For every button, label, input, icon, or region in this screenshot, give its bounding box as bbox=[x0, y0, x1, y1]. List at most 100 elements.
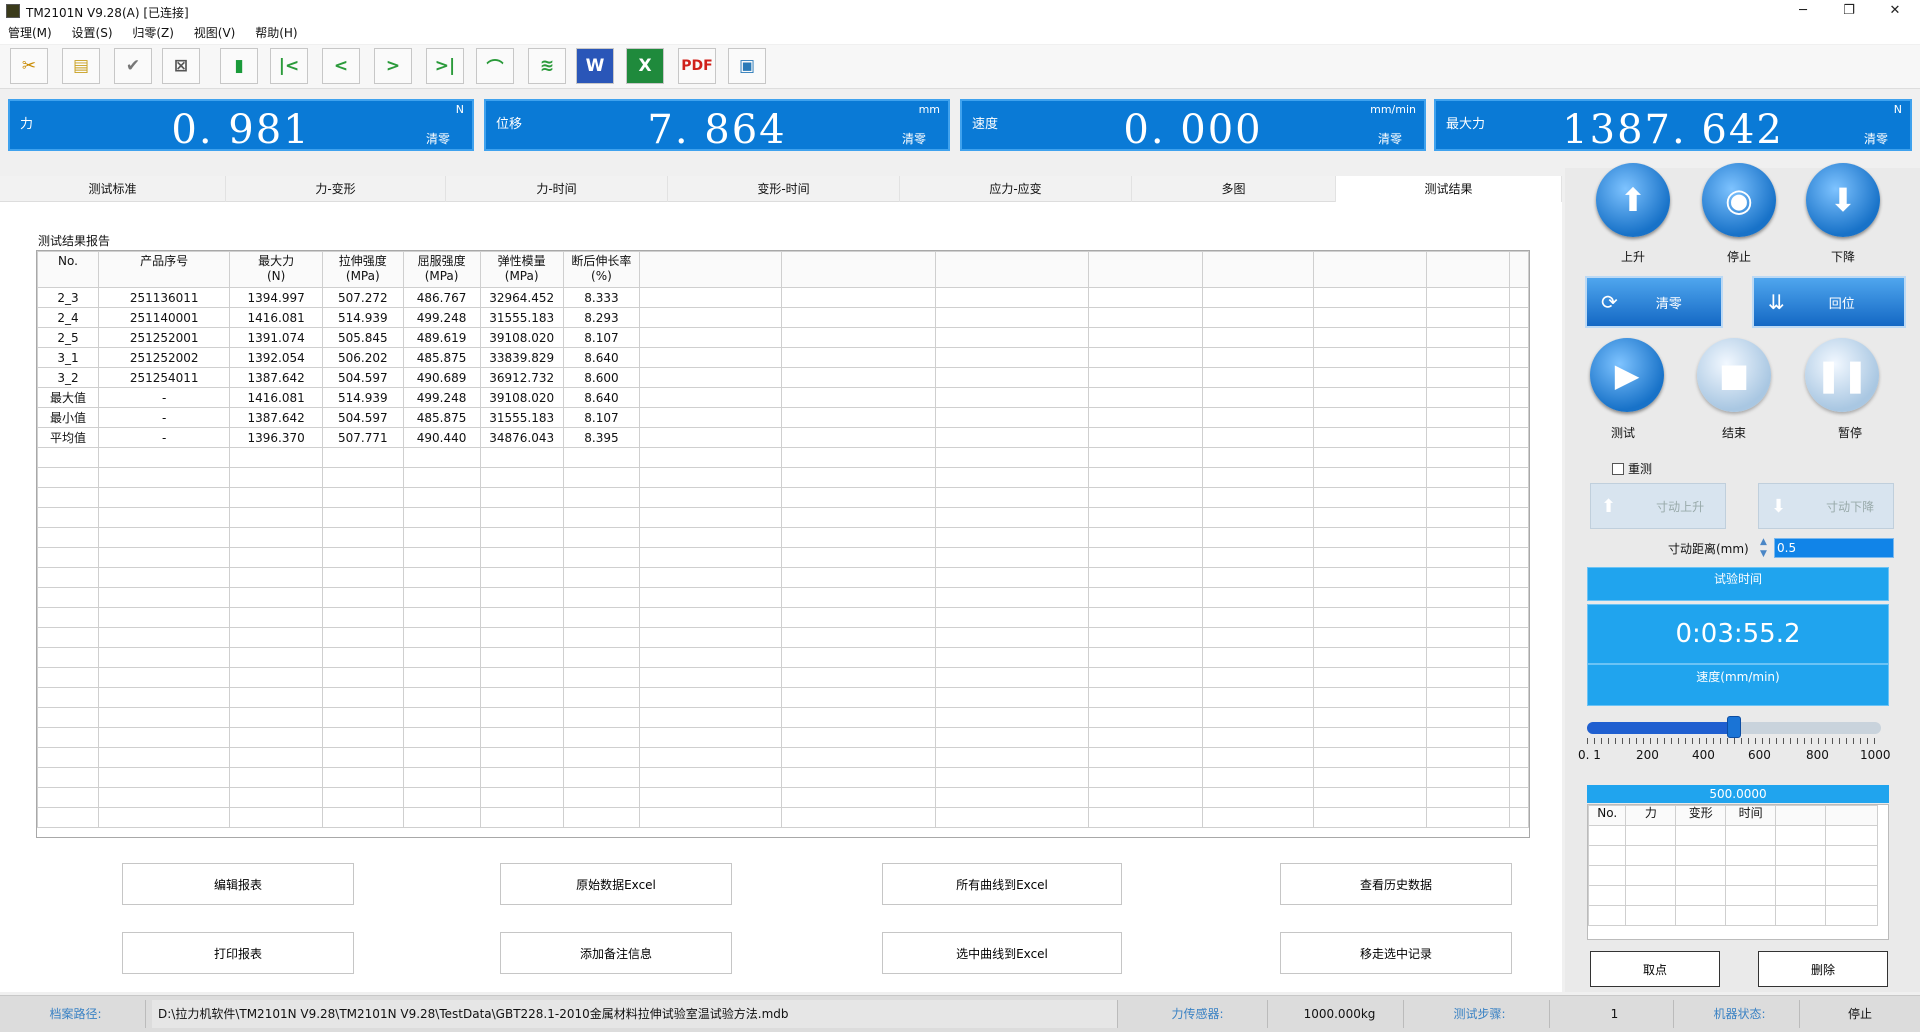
spinner-icon[interactable]: ▲ ▼ bbox=[1760, 536, 1772, 560]
table-cell bbox=[37, 667, 99, 688]
jog-distance-input[interactable] bbox=[1774, 538, 1894, 558]
zero-reset-button[interactable]: ⟳ 清零 bbox=[1585, 276, 1723, 328]
table-row[interactable]: 3_2 251254011 1387.642 504.597 490.689 36912.… bbox=[37, 367, 1529, 388]
raw-data-excel-button[interactable]: 原始数据Excel bbox=[500, 863, 732, 905]
up-arrow-icon[interactable]: ⬆ bbox=[1596, 163, 1670, 237]
table-row[interactable] bbox=[37, 787, 1529, 808]
add-note-button[interactable]: 添加备注信息 bbox=[500, 932, 732, 974]
minimize-button[interactable]: ─ bbox=[1780, 0, 1826, 24]
remove-selected-button[interactable]: 移走选中记录 bbox=[1280, 932, 1512, 974]
table-row[interactable] bbox=[37, 687, 1529, 708]
table-row[interactable]: 平均值 -1396.370 507.771 490.440 34876.043 8.395 bbox=[37, 427, 1529, 448]
table-row[interactable] bbox=[37, 667, 1529, 688]
curve-icon[interactable]: ⌒ bbox=[476, 48, 514, 84]
table-row[interactable] bbox=[37, 807, 1529, 828]
menu-zero[interactable]: 归零(Z) bbox=[124, 24, 182, 42]
tab-multi-chart[interactable]: 多图 bbox=[1132, 176, 1336, 202]
zero-button[interactable]: 清零 bbox=[1378, 130, 1402, 147]
points-table[interactable]: No. 力 变形 时间 bbox=[1587, 804, 1889, 940]
speed-slider[interactable] bbox=[1587, 716, 1881, 744]
jog-up-button[interactable]: ⬆ 寸动上升 bbox=[1590, 483, 1726, 529]
home-button[interactable]: ⇊ 回位 bbox=[1752, 276, 1906, 328]
delete-icon[interactable]: ▮ bbox=[220, 48, 258, 84]
tools-icon[interactable]: ✂ bbox=[10, 48, 48, 84]
table-row[interactable] bbox=[1588, 905, 1879, 926]
menu-help[interactable]: 帮助(H) bbox=[247, 24, 305, 42]
table-row[interactable] bbox=[1588, 885, 1879, 906]
table-row[interactable] bbox=[37, 467, 1529, 488]
table-cell bbox=[479, 547, 564, 568]
table-row[interactable] bbox=[37, 487, 1529, 508]
table-row[interactable] bbox=[37, 647, 1529, 668]
table-row[interactable]: 最大值 -1416.081 514.939 499.248 39108.020 8.640 bbox=[37, 387, 1529, 408]
table-row[interactable] bbox=[1588, 845, 1879, 866]
table-row[interactable] bbox=[1588, 825, 1879, 846]
menu-view[interactable]: 视图(V) bbox=[186, 24, 244, 42]
tab-stress-strain[interactable]: 应力-应变 bbox=[900, 176, 1132, 202]
maximize-button[interactable]: ❐ bbox=[1826, 0, 1872, 24]
table-cell bbox=[1201, 487, 1314, 508]
open-folder-icon[interactable]: ▤ bbox=[62, 48, 100, 84]
table-row[interactable]: 2_5 251252001 1391.074 505.845 489.619 39108.… bbox=[37, 327, 1529, 348]
first-icon[interactable]: |< bbox=[270, 48, 308, 84]
tab-deformation-time[interactable]: 变形-时间 bbox=[668, 176, 900, 202]
stop-icon[interactable]: ◉ bbox=[1702, 163, 1776, 237]
menu-settings[interactable]: 设置(S) bbox=[64, 24, 121, 42]
results-table[interactable]: No. 产品序号 最大力 (N) 拉伸强度 (MPa) 屈服强度 (MPa) 弹… bbox=[36, 250, 1530, 838]
monitor-icon[interactable]: ▣ bbox=[728, 48, 766, 84]
excel-icon[interactable]: X bbox=[626, 48, 664, 84]
table-row[interactable] bbox=[37, 707, 1529, 728]
table-row[interactable] bbox=[37, 767, 1529, 788]
table-row[interactable] bbox=[37, 627, 1529, 648]
slider-thumb[interactable] bbox=[1727, 716, 1741, 738]
pause-icon[interactable]: ❚❚ bbox=[1805, 338, 1879, 412]
word-icon[interactable]: W bbox=[576, 48, 614, 84]
table-row[interactable] bbox=[37, 507, 1529, 528]
table-row[interactable]: 最小值 -1387.642 504.597 485.875 31555.183 8.107 bbox=[37, 407, 1529, 428]
retest-checkbox[interactable] bbox=[1612, 462, 1624, 475]
retest-option[interactable]: 重测 bbox=[1612, 460, 1652, 477]
table-cell: 8.333 bbox=[562, 287, 641, 308]
table-row[interactable]: 3_1 251252002 1392.054 506.202 485.875 33839.… bbox=[37, 347, 1529, 368]
table-row[interactable] bbox=[37, 607, 1529, 628]
delete-point-button[interactable]: 删除 bbox=[1758, 951, 1888, 987]
tab-force-deformation[interactable]: 力-变形 bbox=[226, 176, 446, 202]
table-row[interactable] bbox=[37, 727, 1529, 748]
table-row[interactable] bbox=[37, 747, 1529, 768]
view-history-button[interactable]: 查看历史数据 bbox=[1280, 863, 1512, 905]
multi-curve-icon[interactable]: ≋ bbox=[528, 48, 566, 84]
table-row[interactable] bbox=[37, 547, 1529, 568]
zero-button[interactable]: 清零 bbox=[902, 130, 926, 147]
last-icon[interactable]: >| bbox=[426, 48, 464, 84]
tab-test-standard[interactable]: 测试标准 bbox=[0, 176, 226, 202]
table-row[interactable] bbox=[37, 447, 1529, 468]
tab-force-time[interactable]: 力-时间 bbox=[446, 176, 668, 202]
edit-report-button[interactable]: 编辑报表 bbox=[122, 863, 354, 905]
pdf-icon[interactable]: PDF bbox=[678, 48, 716, 84]
menu-manage[interactable]: 管理(M) bbox=[0, 24, 60, 42]
print-preview-icon[interactable]: ✔ bbox=[114, 48, 152, 84]
exit-icon[interactable]: ⊠ bbox=[162, 48, 200, 84]
down-arrow-icon[interactable]: ⬇ bbox=[1806, 163, 1880, 237]
zero-button[interactable]: 清零 bbox=[1864, 130, 1888, 147]
tab-test-results[interactable]: 测试结果 bbox=[1336, 176, 1562, 202]
take-point-button[interactable]: 取点 bbox=[1590, 951, 1720, 987]
table-row[interactable]: 2_3 251136011 1394.997 507.272 486.767 32964.… bbox=[37, 287, 1529, 308]
print-report-button[interactable]: 打印报表 bbox=[122, 932, 354, 974]
table-row[interactable]: 2_4 251140001 1416.081 514.939 499.248 31555.… bbox=[37, 307, 1529, 328]
close-button[interactable]: ✕ bbox=[1872, 0, 1918, 24]
prev-icon[interactable]: < bbox=[322, 48, 360, 84]
selected-curves-excel-button[interactable]: 选中曲线到Excel bbox=[882, 932, 1122, 974]
machine-state-label: 机器状态: bbox=[1680, 1000, 1800, 1028]
table-row[interactable] bbox=[37, 567, 1529, 588]
table-row[interactable] bbox=[37, 527, 1529, 548]
jog-down-button[interactable]: ⬇ 寸动下降 bbox=[1758, 483, 1894, 529]
table-cell bbox=[97, 807, 231, 828]
end-icon[interactable]: ■ bbox=[1697, 338, 1771, 412]
next-icon[interactable]: > bbox=[374, 48, 412, 84]
table-row[interactable] bbox=[1588, 865, 1879, 886]
all-curves-excel-button[interactable]: 所有曲线到Excel bbox=[882, 863, 1122, 905]
zero-button[interactable]: 清零 bbox=[426, 130, 450, 147]
play-icon[interactable]: ▶ bbox=[1590, 338, 1664, 412]
table-row[interactable] bbox=[37, 587, 1529, 608]
